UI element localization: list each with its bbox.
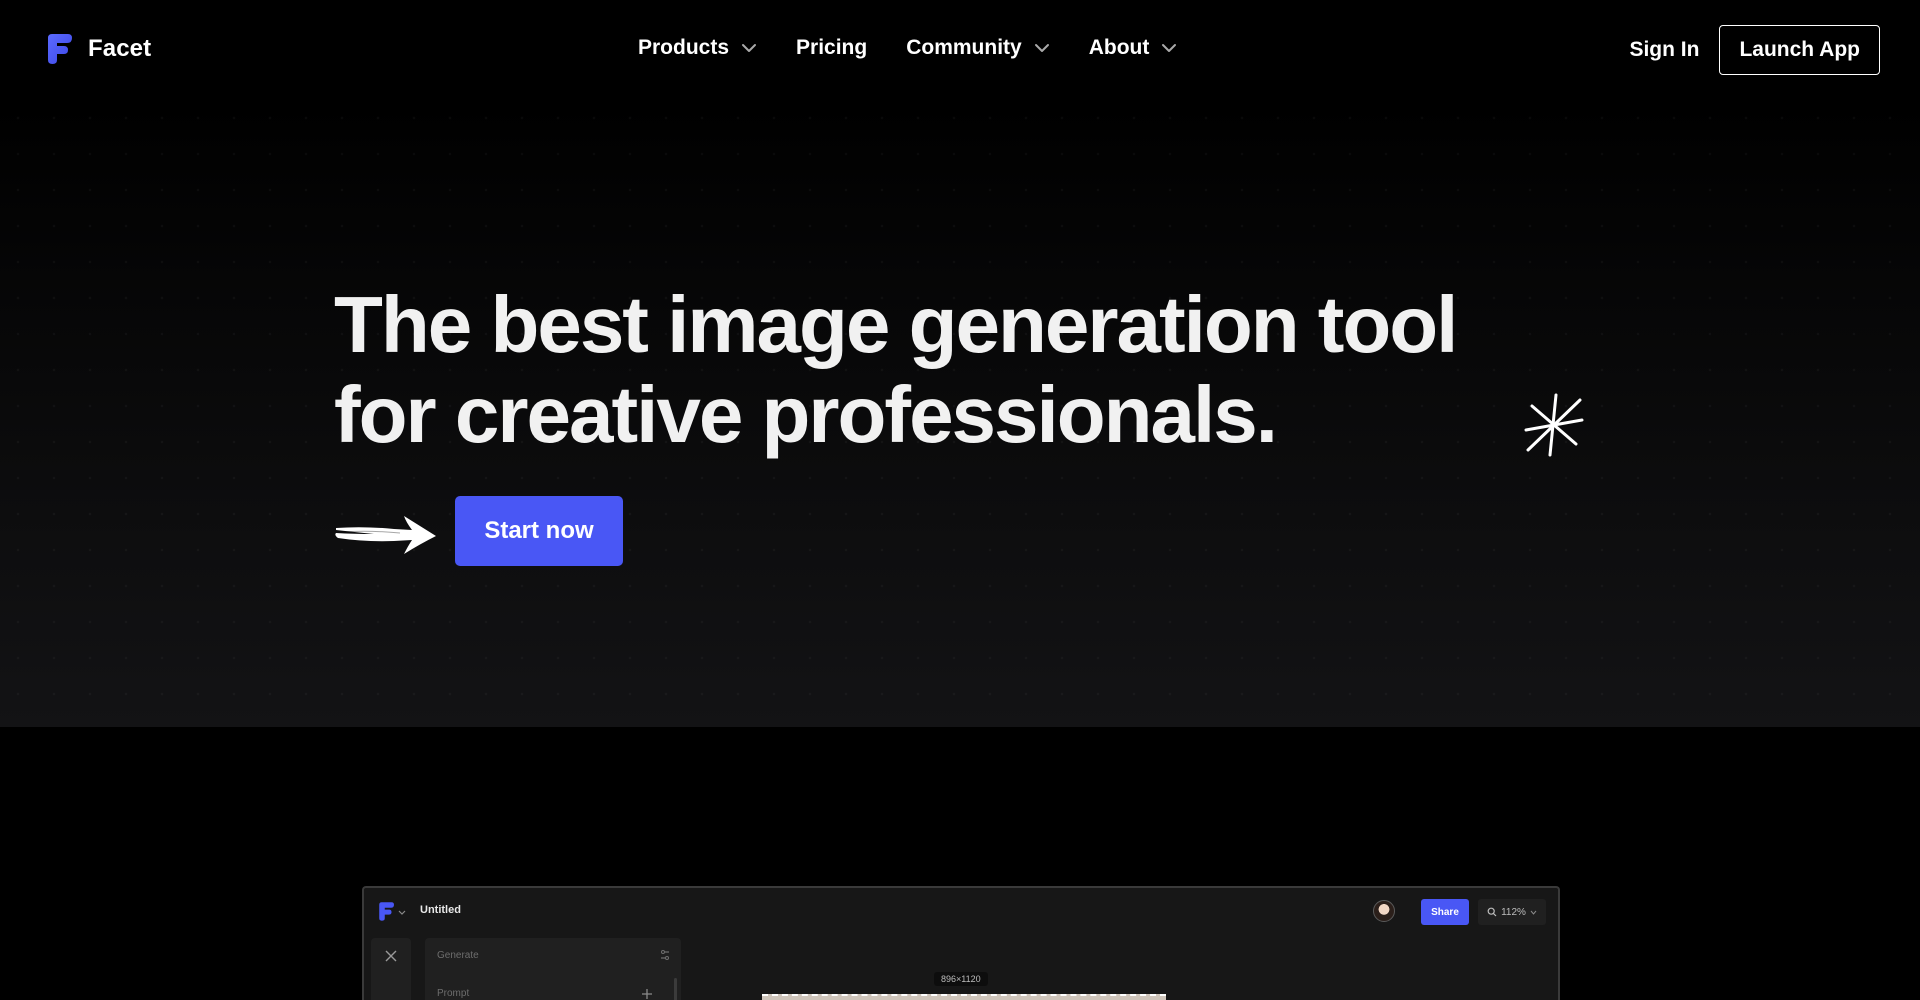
nav-pricing-label: Pricing <box>796 36 868 59</box>
plus-icon[interactable] <box>641 988 653 1000</box>
main-nav: Products Pricing Community About <box>638 36 1216 60</box>
sparkle-icon <box>1524 393 1584 457</box>
hero-title-line-1: The best image generation tool <box>334 280 1458 369</box>
nav-community-label: Community <box>906 36 1022 59</box>
arrow-right-icon <box>335 516 436 554</box>
chevron-down-icon <box>742 44 757 52</box>
brand-home-link[interactable]: Facet <box>46 34 151 64</box>
canvas-dimensions-badge: 896×1120 <box>934 972 988 986</box>
app-preview: Untitled Share 112% Generate Prompt 896×… <box>362 886 1560 1000</box>
nav-about[interactable]: About <box>1089 36 1178 60</box>
facet-logo-icon[interactable] <box>378 902 394 921</box>
panel-scrollbar[interactable] <box>674 978 677 1000</box>
settings-icon[interactable] <box>659 949 671 961</box>
zoom-control[interactable]: 112% <box>1478 899 1546 925</box>
panel-title: Generate <box>437 950 479 961</box>
top-navbar: Facet Products Pricing Community About S… <box>0 0 1920 100</box>
user-avatar[interactable] <box>1373 900 1395 922</box>
launch-app-button[interactable]: Launch App <box>1719 25 1880 75</box>
preview-topbar: Untitled Share 112% <box>364 888 1558 938</box>
nav-products[interactable]: Products <box>638 36 757 60</box>
chevron-down-icon <box>1034 44 1049 52</box>
chevron-down-icon <box>1530 910 1537 915</box>
nav-community[interactable]: Community <box>906 36 1050 60</box>
facet-logo-icon <box>48 34 72 64</box>
preview-tool-sidebar <box>371 938 411 1000</box>
close-icon[interactable] <box>385 950 397 962</box>
zoom-value: 112% <box>1501 906 1526 918</box>
canvas-image[interactable] <box>762 994 1166 1000</box>
preview-doc-title[interactable]: Untitled <box>420 904 461 916</box>
hero-section: The best image generation tool for creat… <box>0 100 1920 727</box>
nav-products-label: Products <box>638 36 730 59</box>
search-icon <box>1487 907 1497 917</box>
nav-pricing[interactable]: Pricing <box>796 36 867 60</box>
prompt-label: Prompt <box>437 988 470 999</box>
chevron-down-icon[interactable] <box>398 910 406 915</box>
start-now-button[interactable]: Start now <box>455 496 623 566</box>
brand-name: Facet <box>88 35 152 62</box>
nav-about-label: About <box>1088 36 1150 59</box>
hero-title-line-2: for creative professionals. <box>334 370 1278 459</box>
hero-title: The best image generation tool for creat… <box>334 280 1484 460</box>
nav-actions: Sign In Launch App <box>1629 25 1880 75</box>
chevron-down-icon <box>1162 44 1177 52</box>
share-button[interactable]: Share <box>1421 899 1469 925</box>
sign-in-link[interactable]: Sign In <box>1629 38 1699 62</box>
generate-panel: Generate Prompt <box>425 938 681 1000</box>
